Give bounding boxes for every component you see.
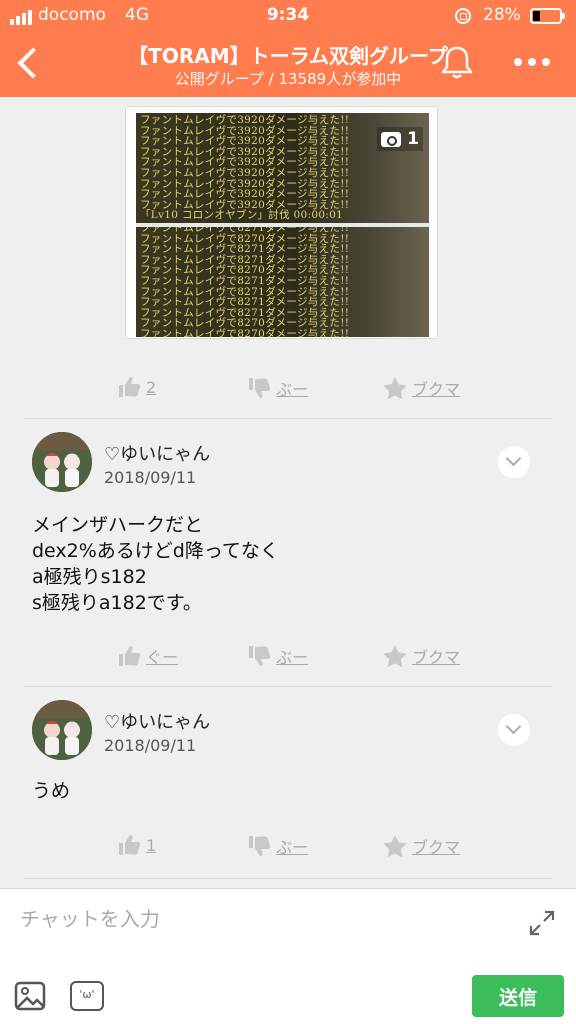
comment-date: 2018/09/11 bbox=[104, 736, 197, 755]
comment-line: うめ bbox=[32, 780, 71, 802]
comment-reactions: 1 ぶー ブクマ bbox=[0, 834, 576, 864]
comment-line: メインザハークだと bbox=[32, 514, 204, 536]
post-photo[interactable]: ファントムレイヴで3920ダメージ与えた!! ファントムレイヴで3920ダメージ与… bbox=[136, 113, 429, 337]
thumbs-up-icon bbox=[119, 646, 141, 666]
photo-damage-log-bottom: ファントムレイヴで8271ダメージ与えた!! ファントムレイヴで8270ダメージ与… bbox=[136, 227, 429, 337]
bell-icon[interactable] bbox=[440, 44, 474, 80]
bookmark-label: ブクマ bbox=[412, 648, 461, 667]
thumbs-up-icon bbox=[119, 835, 141, 855]
comment-menu-button[interactable] bbox=[498, 446, 530, 478]
photo-count: 1 bbox=[407, 129, 419, 149]
like-button[interactable]: 2 bbox=[118, 376, 156, 398]
dislike-label: ぶー bbox=[276, 648, 309, 667]
dislike-button[interactable]: ぶー bbox=[248, 834, 308, 858]
image-icon[interactable] bbox=[14, 981, 46, 1011]
status-bar: docomo 4G 9:34 28% bbox=[0, 0, 576, 32]
dislike-label: ぶー bbox=[276, 838, 309, 857]
like-count: 2 bbox=[146, 377, 157, 397]
battery-icon bbox=[530, 8, 565, 24]
thumbs-down-icon bbox=[249, 836, 271, 856]
comment-username[interactable]: ♡ゆいにゃん bbox=[104, 440, 210, 466]
log-line: ファントムレイヴで8271ダメージ与えた!! bbox=[140, 275, 350, 287]
comment-username[interactable]: ♡ゆいにゃん bbox=[104, 708, 210, 734]
expand-icon[interactable] bbox=[528, 909, 556, 937]
log-line: 「Lv10 コロンオヤブン」討伐 00:00:01 bbox=[140, 209, 344, 222]
bookmark-button[interactable]: ブクマ bbox=[382, 644, 460, 668]
more-icon[interactable] bbox=[514, 52, 554, 72]
camera-icon bbox=[381, 131, 402, 147]
log-line: ファントムレイヴで8270ダメージ与えた!! bbox=[140, 328, 350, 337]
like-button[interactable]: 1 bbox=[118, 834, 156, 856]
sticker-icon[interactable]: 'ω' bbox=[70, 981, 104, 1011]
like-button[interactable]: ぐー bbox=[118, 644, 178, 668]
star-icon bbox=[383, 835, 407, 858]
dislike-button[interactable]: ぶー bbox=[248, 376, 308, 400]
bookmark-label: ブクマ bbox=[412, 838, 461, 857]
divider bbox=[24, 686, 552, 687]
post-photo-card[interactable]: ファントムレイヴで3920ダメージ与えた!! ファントムレイヴで3920ダメージ与… bbox=[125, 106, 438, 339]
avatar[interactable] bbox=[32, 432, 92, 492]
thumbs-up-icon bbox=[119, 377, 141, 397]
comment-date: 2018/09/11 bbox=[104, 468, 197, 487]
battery-percent: 28% bbox=[483, 5, 521, 25]
log-line: ファントムレイヴで3920ダメージ与えた!! bbox=[140, 167, 350, 179]
comment-reactions: ぐー ぶー ブクマ bbox=[0, 644, 576, 674]
comment-line: dex2%あるけどd降ってなく bbox=[32, 540, 279, 562]
chat-input[interactable] bbox=[20, 901, 500, 937]
log-line: ファントムレイヴで3920ダメージ与えた!! bbox=[140, 114, 350, 126]
comment-menu-button[interactable] bbox=[498, 714, 530, 746]
bookmark-label: ブクマ bbox=[412, 380, 461, 399]
dislike-button[interactable]: ぶー bbox=[248, 644, 308, 668]
rotation-lock-icon bbox=[455, 8, 471, 24]
thumbs-down-icon bbox=[249, 646, 271, 666]
star-icon bbox=[383, 377, 407, 400]
post-reactions: 2 ぶー ブクマ bbox=[0, 376, 576, 406]
divider bbox=[24, 878, 552, 879]
bookmark-button[interactable]: ブクマ bbox=[382, 376, 460, 400]
comment-text: メインザハークだと dex2%あるけどd降ってなく a極残りs182 s極残りa… bbox=[32, 512, 279, 616]
like-label: ぐー bbox=[146, 648, 179, 667]
thumbs-down-icon bbox=[249, 378, 271, 398]
header-bar: docomo 4G 9:34 28% 【TORAM】トーラム双剣グループ 公開グ… bbox=[0, 0, 576, 97]
comment-text: うめ bbox=[32, 778, 70, 804]
photo-count-badge: 1 bbox=[377, 127, 423, 151]
group-subtitle: 公開グループ / 13589人が参加中 bbox=[174, 70, 402, 88]
group-title: 【TORAM】トーラム双剣グループ bbox=[128, 44, 448, 68]
bookmark-button[interactable]: ブクマ bbox=[382, 834, 460, 858]
dislike-label: ぶー bbox=[276, 380, 309, 399]
divider bbox=[24, 418, 552, 419]
send-button[interactable]: 送信 bbox=[472, 975, 564, 1017]
comment-line: a極残りs182 bbox=[32, 566, 147, 588]
avatar[interactable] bbox=[32, 700, 92, 760]
comment-line: s極残りa182です。 bbox=[32, 592, 202, 614]
like-count: 1 bbox=[146, 835, 157, 855]
chat-input-bar: 'ω' 送信 bbox=[0, 888, 576, 1024]
star-icon bbox=[383, 645, 407, 668]
